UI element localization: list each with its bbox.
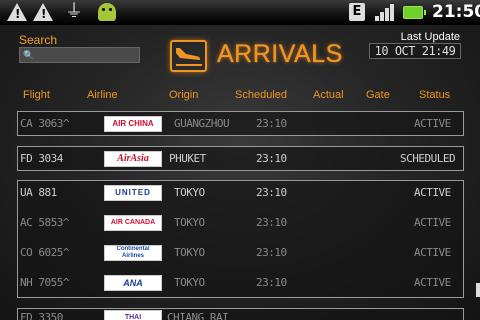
flight-status: SCHEDULED <box>400 152 456 165</box>
flight-number: FD 3350 <box>20 311 63 320</box>
flight-origin: TOKYO <box>174 246 205 259</box>
table-row[interactable]: CO 6025^ Continental Airlines TOKYO 23:1… <box>18 242 463 265</box>
flight-group: UA 881 UNITED TOKYO 23:10 ACTIVE AC 5853… <box>17 180 464 298</box>
usb-icon: ⏚ <box>65 1 83 22</box>
flight-origin: TOKYO <box>174 216 205 229</box>
column-header-origin: Origin <box>169 89 199 101</box>
flight-number: CO 6025^ <box>20 246 69 259</box>
flight-group: FD 3350 THAI CHIANG RAI <box>17 308 464 320</box>
airline-logo: UNITED <box>104 185 162 201</box>
warning-icon <box>33 3 53 21</box>
flight-number: CA 3063^ <box>20 117 69 130</box>
airline-logo: AIR CHINA <box>104 116 162 132</box>
search-input[interactable]: 🔍 <box>19 47 140 63</box>
column-header-flight: Flight <box>23 89 50 101</box>
arrival-plane-icon <box>170 40 207 72</box>
arrivals-board: Search 🔍 ARRIVALS Last Update 10 OCT 21:… <box>0 25 480 320</box>
table-row[interactable]: NH 7055^ ANA TOKYO 23:10 ACTIVE <box>18 272 463 295</box>
column-header-status: Status <box>419 89 451 101</box>
flight-origin: TOKYO <box>174 186 205 199</box>
warning-icon <box>7 3 27 21</box>
status-bar: ⏚ E 21:50 <box>0 0 480 25</box>
scrollbar[interactable] <box>476 283 480 297</box>
column-header-gate: Gate <box>366 89 390 101</box>
flight-number: FD 3034 <box>20 152 63 165</box>
column-header-airline: Airline <box>87 89 118 101</box>
flight-status: ACTIVE <box>414 216 451 229</box>
flight-scheduled: 23:10 <box>256 216 287 229</box>
flight-group: FD 3034 AirAsia PHUKET 23:10 SCHEDULED <box>17 146 464 171</box>
flight-scheduled: 23:10 <box>256 186 287 199</box>
table-row[interactable]: UA 881 UNITED TOKYO 23:10 ACTIVE <box>18 182 463 205</box>
column-header-actual: Actual <box>313 89 344 101</box>
search-label: Search <box>19 33 58 47</box>
android-icon <box>98 3 116 21</box>
flight-origin: PHUKET <box>169 152 206 165</box>
flight-number: NH 7055^ <box>20 276 69 289</box>
battery-icon <box>403 6 426 19</box>
airline-logo: ANA <box>104 275 162 291</box>
page-title: ARRIVALS <box>217 40 343 68</box>
table-row[interactable]: CA 3063^ AIR CHINA GUANGZHOU 23:10 ACTIV… <box>18 113 463 136</box>
table-row[interactable]: FD 3350 THAI CHIANG RAI <box>18 309 463 320</box>
flight-number: AC 5853^ <box>20 216 69 229</box>
status-clock: 21:50 <box>432 2 480 22</box>
table-row[interactable]: AC 5853^ AIR CANADA TOKYO 23:10 ACTIVE <box>18 212 463 235</box>
flight-group: CA 3063^ AIR CHINA GUANGZHOU 23:10 ACTIV… <box>17 111 464 136</box>
search-icon: 🔍 <box>23 50 35 60</box>
edge-data-icon: E <box>349 3 365 21</box>
column-headers: Flight Airline Origin Scheduled Actual G… <box>0 89 480 103</box>
flight-status: ACTIVE <box>414 117 451 130</box>
last-update-value: 10 OCT 21:49 <box>369 43 461 59</box>
flight-status: ACTIVE <box>414 246 451 259</box>
airline-logo: AirAsia <box>104 151 162 167</box>
airline-logo: Continental Airlines <box>104 245 162 261</box>
airline-logo: AIR CANADA <box>104 215 162 231</box>
signal-icon <box>375 4 395 21</box>
flight-scheduled: 23:10 <box>256 117 287 130</box>
flight-origin: CHIANG RAI <box>167 311 229 320</box>
table-row[interactable]: FD 3034 AirAsia PHUKET 23:10 SCHEDULED <box>18 148 463 171</box>
flight-scheduled: 23:10 <box>256 246 287 259</box>
flight-scheduled: 23:10 <box>256 276 287 289</box>
flight-scheduled: 23:10 <box>256 152 287 165</box>
last-update-label: Last Update <box>400 31 460 43</box>
flight-status: ACTIVE <box>414 186 451 199</box>
flight-status: ACTIVE <box>414 276 451 289</box>
flight-origin: TOKYO <box>174 276 205 289</box>
flight-number: UA 881 <box>20 186 57 199</box>
column-header-scheduled: Scheduled <box>235 89 287 101</box>
flight-origin: GUANGZHOU <box>174 117 230 130</box>
airline-logo: THAI <box>104 310 162 320</box>
